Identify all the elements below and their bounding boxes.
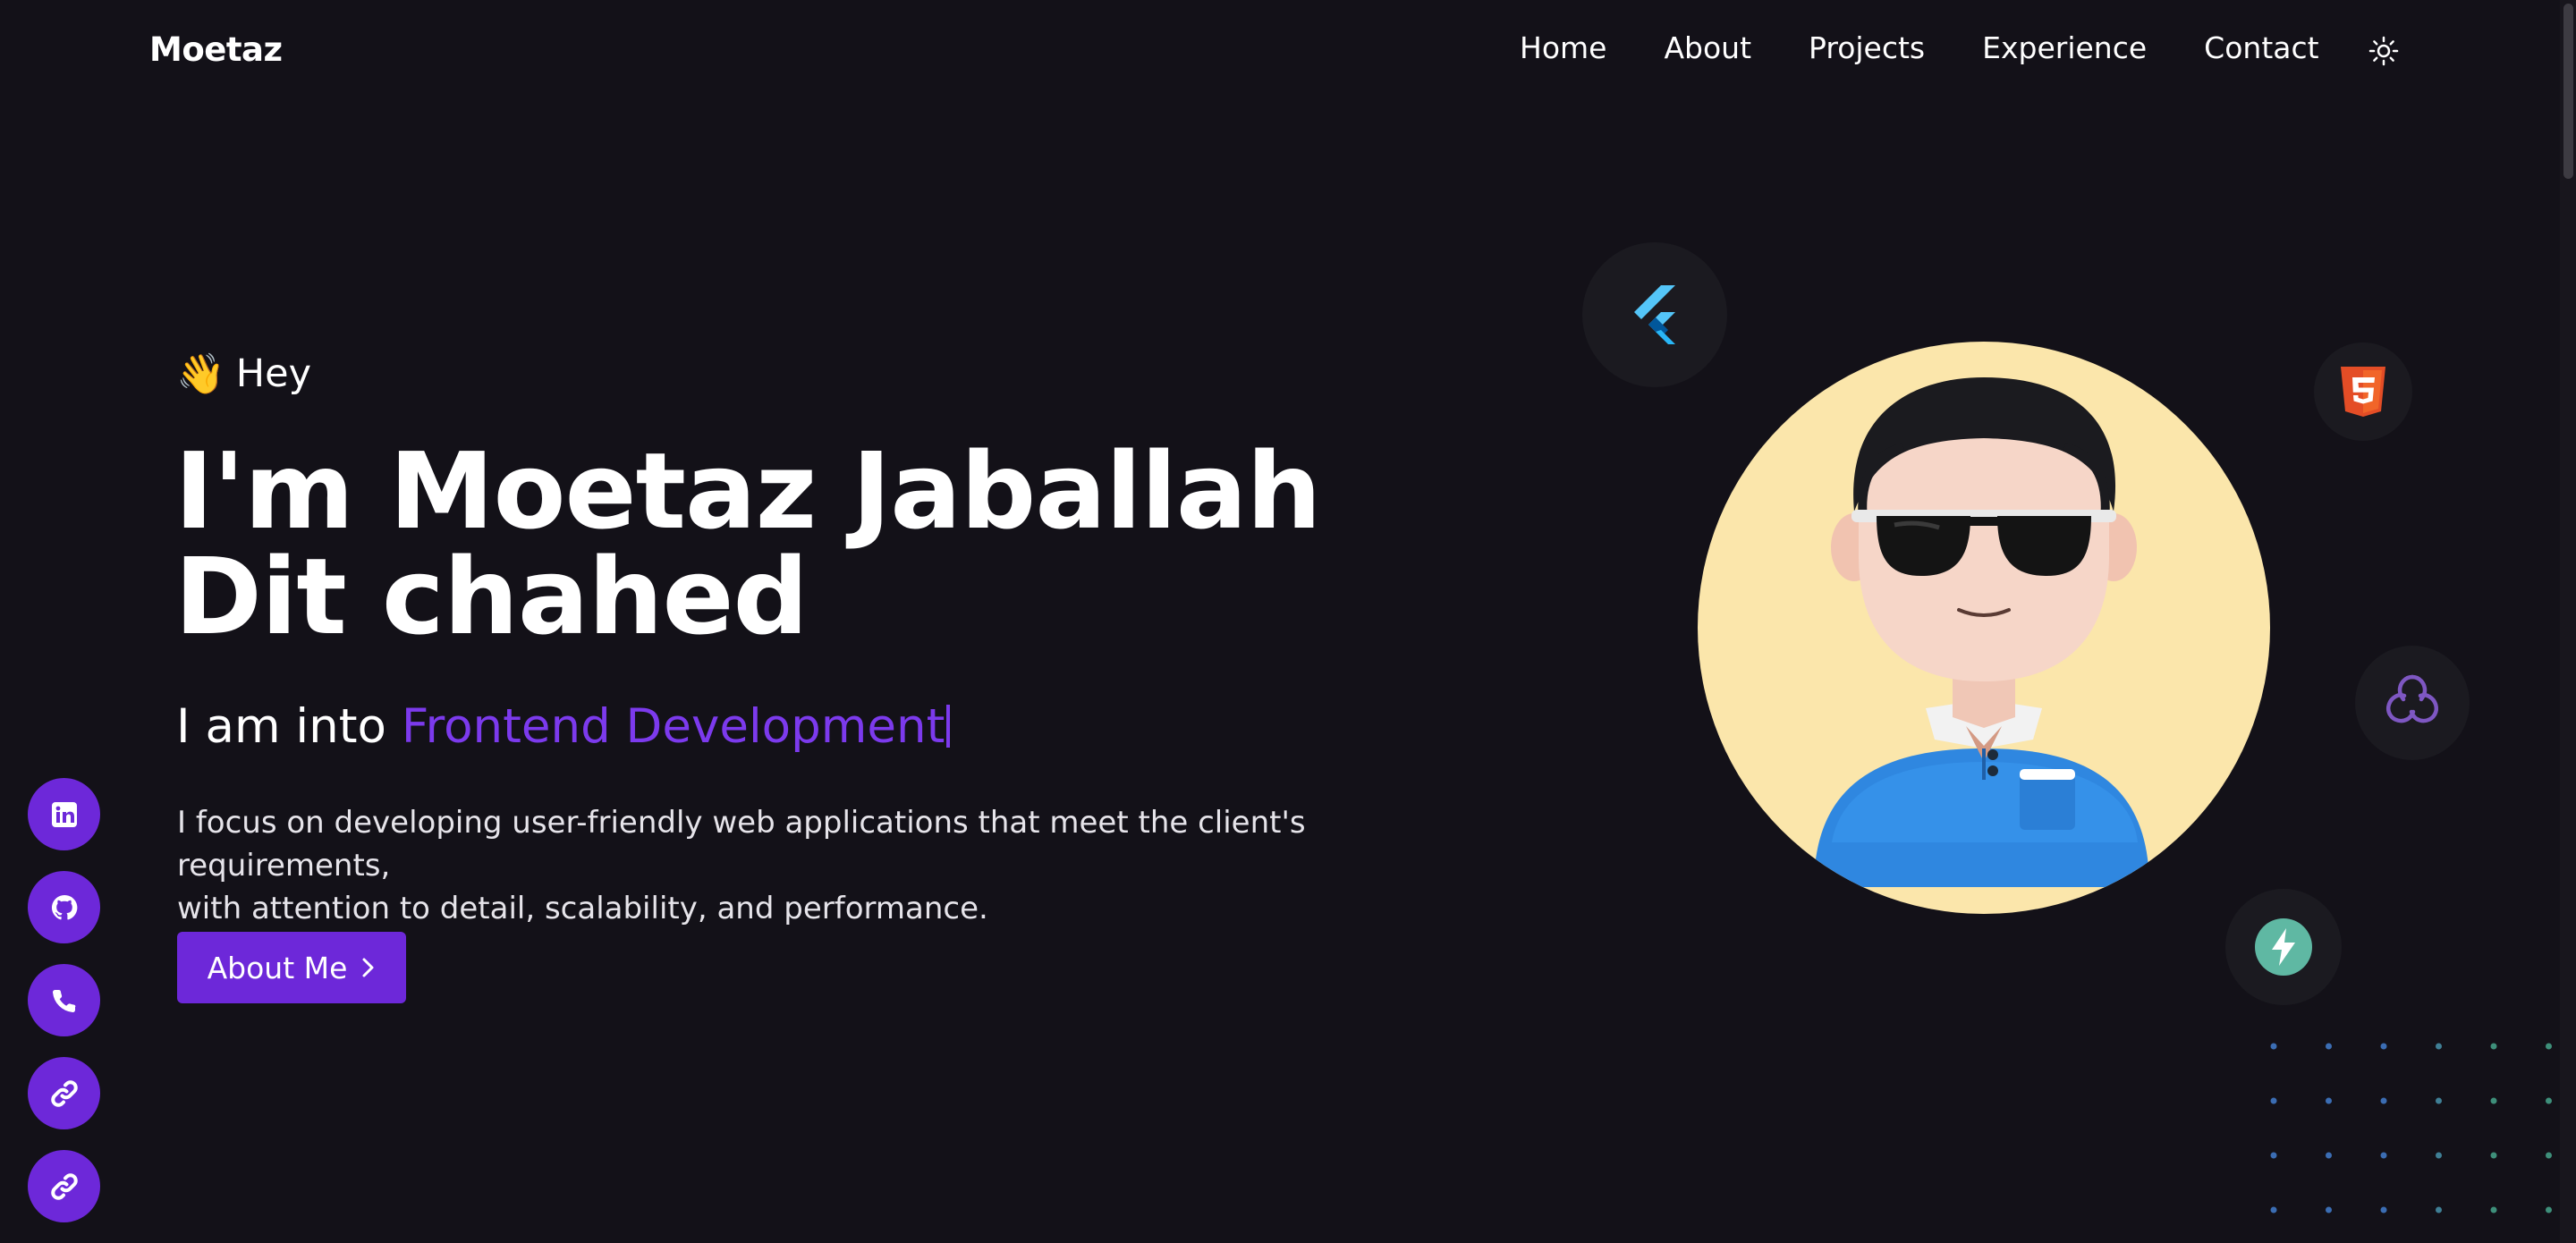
link-icon [50,1079,78,1107]
nav-link-home[interactable]: Home [1520,30,1606,65]
hero-description: I focus on developing user-friendly web … [177,801,1501,930]
supabase-icon [2255,918,2312,976]
portfolio-page: Moetaz Home About Projects Experience Co… [0,0,2576,1243]
portfolio-link-2[interactable] [28,1150,100,1222]
grid-dot [2326,1097,2332,1104]
profile-avatar [1698,342,2270,914]
grid-dot [2546,1206,2552,1213]
supabase-bubble [2225,889,2342,1005]
grid-dot [2546,1152,2552,1159]
grid-dot [2436,1206,2442,1213]
grid-dot [2490,1097,2497,1104]
grid-dot [2546,1043,2552,1050]
chevron-right-icon [362,958,374,977]
github-icon [51,894,77,919]
memoji-avatar-image [1814,377,2149,887]
react-query-bubble [2355,646,2470,760]
grid-dot [2270,1206,2277,1213]
grid-dot [2436,1152,2442,1159]
grid-dot [2326,1043,2332,1050]
about-me-button[interactable]: About Me [177,932,406,1003]
grid-dot [2380,1097,2387,1104]
subline-prefix: I am into [176,699,402,754]
nav-link-experience[interactable]: Experience [1982,30,2147,65]
grid-dot [2380,1206,2387,1213]
grid-dot [2270,1043,2277,1050]
grid-dot [2490,1043,2497,1050]
react-query-icon [2386,674,2438,723]
grid-dot [2380,1152,2387,1159]
link-icon [50,1172,78,1200]
typing-subline: I am into Frontend Development [176,699,951,754]
nav-link-projects[interactable]: Projects [1809,30,1925,65]
about-me-label: About Me [207,950,348,985]
description-line-1: I focus on developing user-friendly web … [177,805,1306,884]
grid-dot [2326,1152,2332,1159]
portfolio-link-1[interactable] [28,1057,100,1129]
grid-dot [2490,1206,2497,1213]
linkedin-icon [51,801,77,827]
headline-line-1: I'm Moetaz Jaballah [174,429,1322,553]
nav-links: Home About Projects Experience Contact [1520,30,2377,65]
github-link[interactable] [28,871,100,943]
greeting-text: Hey [235,351,312,396]
subline-typed-role: Frontend Development [401,699,945,754]
grid-dot [2380,1043,2387,1050]
typing-cursor [946,705,951,748]
theme-toggle-sun-icon[interactable] [2368,36,2399,66]
navbar: Moetaz Home About Projects Experience Co… [0,0,2576,102]
decorative-dot-grid [2270,1043,2552,1213]
headline-line-2: Dit chahed [174,535,809,658]
html5-bubble [2314,342,2412,441]
grid-dot [2270,1097,2277,1104]
html5-icon [2341,367,2385,417]
phone-link[interactable] [28,964,100,1036]
nav-link-contact[interactable]: Contact [2204,30,2318,65]
hero-headline: I'm Moetaz Jaballah Dit chahed [174,429,1322,658]
description-line-2: with attention to detail, scalability, a… [177,891,988,926]
flutter-icon [1634,285,1675,344]
waving-hand-icon: 👋 [176,351,225,397]
brand-logo[interactable]: Moetaz [149,30,283,69]
nav-link-about[interactable]: About [1664,30,1751,65]
grid-dot [2270,1152,2277,1159]
grid-dot [2436,1043,2442,1050]
greeting: 👋 Hey [176,351,311,397]
linkedin-link[interactable] [28,778,100,850]
grid-dot [2546,1097,2552,1104]
grid-dot [2326,1206,2332,1213]
flutter-bubble [1582,242,1727,387]
grid-dot [2490,1152,2497,1159]
scrollbar-thumb[interactable] [2563,4,2573,179]
phone-icon [52,989,76,1012]
grid-dot [2436,1097,2442,1104]
